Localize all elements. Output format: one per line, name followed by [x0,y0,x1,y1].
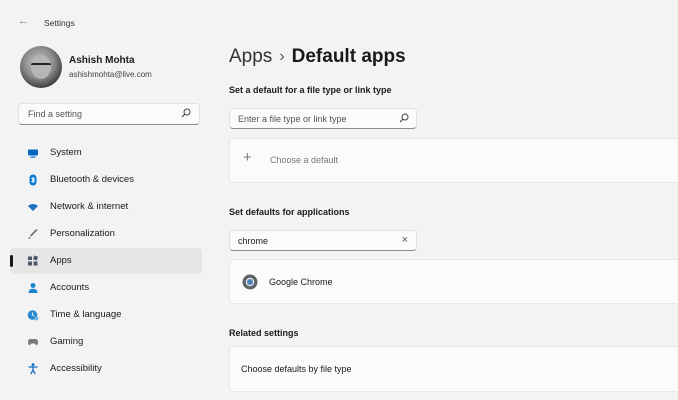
find-setting-input[interactable]: Find a setting [28,109,82,119]
profile-email: ashishmohta@live.com [69,70,152,79]
breadcrumb-parent[interactable]: Apps [229,46,272,67]
related-item-label: Choose defaults by file type [241,364,352,374]
sidebar-item-label: System [50,147,82,158]
sidebar-nav: System Bluetooth & devices Network & int… [10,140,202,383]
sidebar-item-label: Gaming [50,336,84,347]
clear-icon[interactable]: × [402,234,408,246]
breadcrumb: Apps › Default apps [229,46,406,68]
user-profile[interactable]: Ashish Mohta ashishmohta@live.com [20,46,210,90]
sidebar-item-system[interactable]: System [10,140,202,166]
sidebar-item-personalization[interactable]: Personalization [10,221,202,247]
sidebar-item-bluetooth[interactable]: Bluetooth & devices [10,167,202,193]
app-title: Settings [44,18,75,28]
sidebar-item-accessibility[interactable]: Accessibility [10,356,202,382]
brush-icon [28,228,38,239]
filetype-search-field[interactable]: Enter a file type or link type [229,108,417,129]
related-section-label: Related settings [229,328,299,338]
avatar [20,46,62,88]
sidebar-item-label: Accessibility [50,363,102,374]
apps-section-label: Set defaults for applications [229,207,350,217]
sidebar-item-time-language[interactable]: Time & language [10,302,202,328]
sidebar-item-label: Accounts [50,282,90,293]
back-arrow-icon[interactable]: ← [18,16,29,27]
globe-clock-icon [27,310,39,321]
filetype-section-label: Set a default for a file type or link ty… [229,85,392,95]
accessibility-icon [28,363,38,375]
monitor-icon [28,149,38,158]
app-search-field[interactable]: chrome × [229,230,417,251]
app-result-google-chrome[interactable]: Google Chrome [229,259,678,304]
person-icon [28,283,38,293]
sidebar-item-label: Bluetooth & devices [50,174,134,185]
sidebar-item-gaming[interactable]: Gaming [10,329,202,355]
app-search-input[interactable]: chrome [238,236,268,246]
title-bar: ← Settings [0,0,678,40]
selection-indicator [10,255,13,267]
sidebar-item-accounts[interactable]: Accounts [10,275,202,301]
sidebar-item-label: Time & language [50,309,122,320]
page-title: Default apps [291,46,406,67]
related-item-defaults-by-file-type[interactable]: Choose defaults by file type [229,346,678,392]
gamepad-icon [28,339,38,346]
chrome-icon [242,274,258,290]
profile-name: Ashish Mohta [69,55,135,66]
search-icon [399,113,409,123]
wifi-icon [28,204,38,211]
app-result-label: Google Chrome [269,277,333,287]
sidebar-item-label: Personalization [50,228,115,239]
plus-icon: + [243,149,252,166]
sidebar-item-network[interactable]: Network & internet [10,194,202,220]
sidebar-item-label: Network & internet [50,201,129,212]
search-icon [181,108,191,118]
sidebar-item-label: Apps [50,255,72,266]
breadcrumb-separator: › [279,48,285,65]
bluetooth-icon [29,174,37,186]
apps-icon [28,255,38,266]
find-setting-search[interactable]: Find a setting [18,103,200,125]
choose-default-label: Choose a default [270,155,339,165]
sidebar-item-apps[interactable]: Apps [10,248,202,274]
filetype-input[interactable]: Enter a file type or link type [238,114,347,124]
choose-default-card[interactable]: + Choose a default [229,138,678,183]
